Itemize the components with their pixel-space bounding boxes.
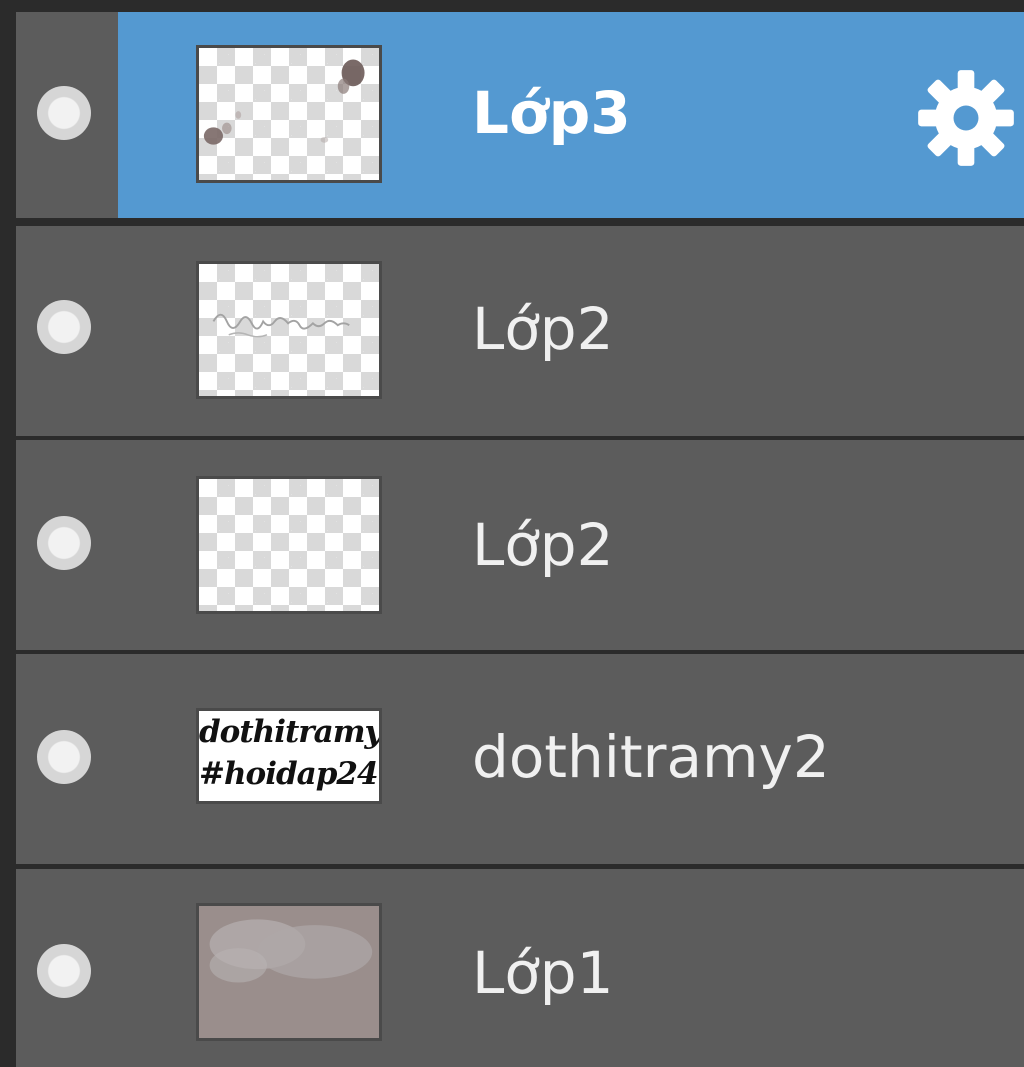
- layer-name[interactable]: Lớp1: [472, 944, 614, 1002]
- layer-row-lop3[interactable]: Lớp3: [16, 12, 1024, 218]
- layer-row-dothitramy2[interactable]: dothitramy2 #hoidap247 dothitramy2: [16, 654, 1024, 864]
- layers-panel: Lớp3 Lớp2 Lớp2 dothitramy2 #hoidap247 do…: [0, 0, 1024, 1067]
- layer-name[interactable]: dothitramy2: [472, 728, 830, 786]
- layer-thumbnail: [196, 45, 382, 183]
- thumbnail-text-line2: #hoidap247: [199, 756, 382, 792]
- layer-thumbnail: [196, 903, 382, 1041]
- layer-thumbnail: [196, 261, 382, 399]
- layer-name[interactable]: Lớp2: [472, 516, 614, 574]
- visibility-toggle-icon[interactable]: [37, 86, 91, 140]
- visibility-toggle-icon[interactable]: [37, 944, 91, 998]
- layer-name[interactable]: Lớp3: [472, 84, 631, 142]
- smudge-thumbnail-art: [203, 59, 365, 145]
- layer-row-lop2-a[interactable]: Lớp2: [16, 226, 1024, 436]
- visibility-toggle-icon[interactable]: [37, 730, 91, 784]
- layer-row-lop2-b[interactable]: Lớp2: [16, 440, 1024, 650]
- gray-texture-thumbnail-art: [200, 906, 378, 1038]
- thumbnail-text-line1: dothitramy2: [199, 714, 382, 750]
- visibility-toggle-icon[interactable]: [37, 300, 91, 354]
- layer-thumbnail: [196, 476, 382, 614]
- visibility-toggle-icon[interactable]: [37, 516, 91, 570]
- layer-name[interactable]: Lớp2: [472, 300, 614, 358]
- faint-script-thumbnail-art: [212, 313, 350, 338]
- gear-icon[interactable]: [914, 66, 1018, 170]
- layer-thumbnail: dothitramy2 #hoidap247: [196, 708, 382, 804]
- layer-row-lop1[interactable]: Lớp1: [16, 869, 1024, 1067]
